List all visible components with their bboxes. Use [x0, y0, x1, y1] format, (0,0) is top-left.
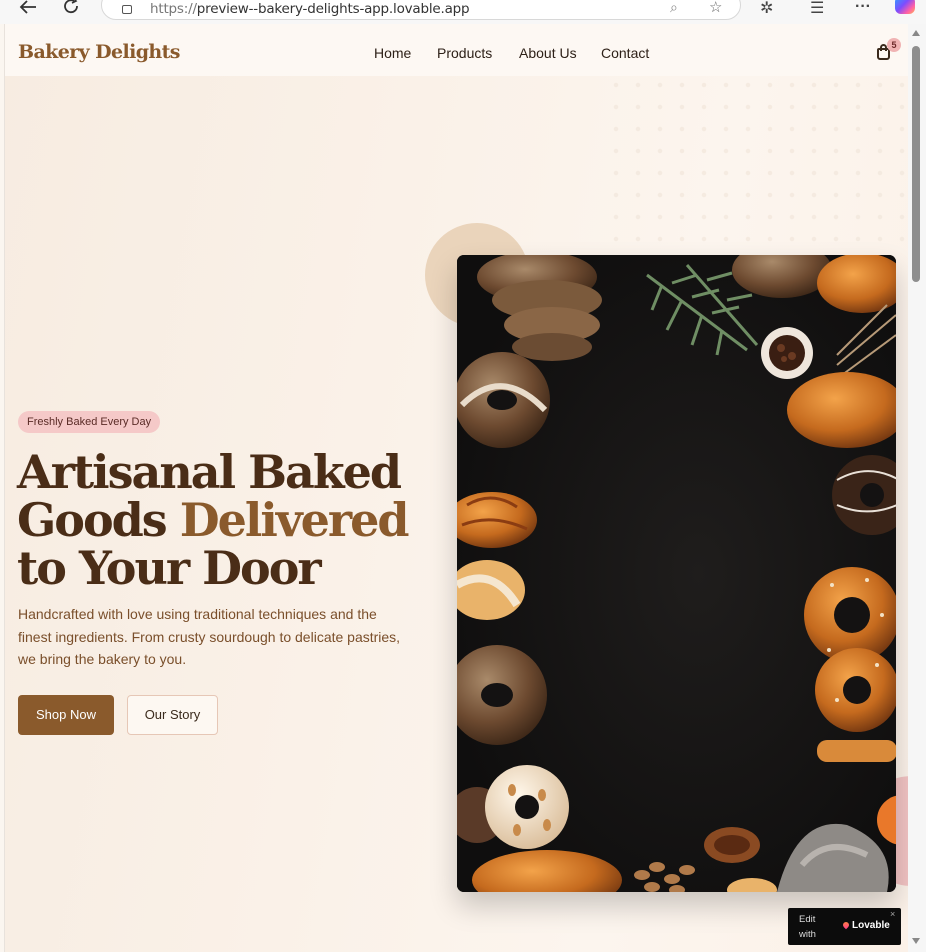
lovable-logo-icon	[841, 920, 851, 930]
hero-title: Artisanal Baked Goods Delivered to Your …	[17, 445, 410, 595]
nav-about-us[interactable]: About Us	[519, 45, 577, 61]
hero-description: Handcrafted with love using traditional …	[18, 606, 401, 667]
nav-products[interactable]: Products	[437, 45, 492, 61]
nav-home[interactable]: Home	[374, 45, 411, 61]
page: Bakery Delights Home Products About Us C…	[4, 24, 909, 952]
bakery-illustration	[457, 255, 896, 892]
address-bar[interactable]: https://preview--bakery-delights-app.lov…	[101, 0, 741, 20]
hero-bakery-image	[457, 255, 896, 892]
back-arrow-icon[interactable]	[17, 0, 39, 18]
scroll-up-arrow-icon[interactable]	[912, 30, 920, 36]
cart-button[interactable]: 5	[876, 38, 901, 62]
decorative-dot-pattern	[605, 74, 909, 244]
browser-toolbar: https://preview--bakery-delights-app.lov…	[0, 0, 926, 24]
nav-contact[interactable]: Contact	[601, 45, 649, 61]
zoom-icon[interactable]: ⌕	[670, 0, 678, 16]
more-menu-icon[interactable]: ···	[855, 0, 871, 16]
our-story-button[interactable]: Our Story	[127, 695, 218, 735]
copilot-icon[interactable]	[895, 0, 915, 14]
scroll-down-arrow-icon[interactable]	[912, 938, 920, 944]
favorites-list-icon[interactable]: ☰	[810, 0, 824, 18]
scrollbar-thumb[interactable]	[912, 46, 920, 282]
reload-icon[interactable]	[61, 0, 83, 18]
favorite-star-icon[interactable]: ☆	[709, 0, 722, 16]
breadstick	[817, 740, 896, 762]
url-text: https://preview--bakery-delights-app.lov…	[150, 1, 470, 17]
site-info-icon[interactable]	[122, 5, 132, 14]
edit-with-lovable-badge[interactable]: Edit with Lovable ×	[788, 908, 901, 945]
freshly-baked-badge: Freshly Baked Every Day	[18, 411, 161, 433]
close-icon[interactable]: ×	[890, 909, 895, 919]
extensions-icon[interactable]: ✲	[760, 0, 773, 18]
site-header: Bakery Delights Home Products About Us C…	[5, 24, 909, 76]
cart-count-badge: 5	[887, 38, 901, 52]
hero-title-accent: Delivered	[179, 493, 410, 547]
site-logo[interactable]: Bakery Delights	[18, 41, 180, 63]
shop-now-button[interactable]: Shop Now	[18, 695, 114, 735]
vertical-scrollbar[interactable]	[908, 24, 926, 952]
